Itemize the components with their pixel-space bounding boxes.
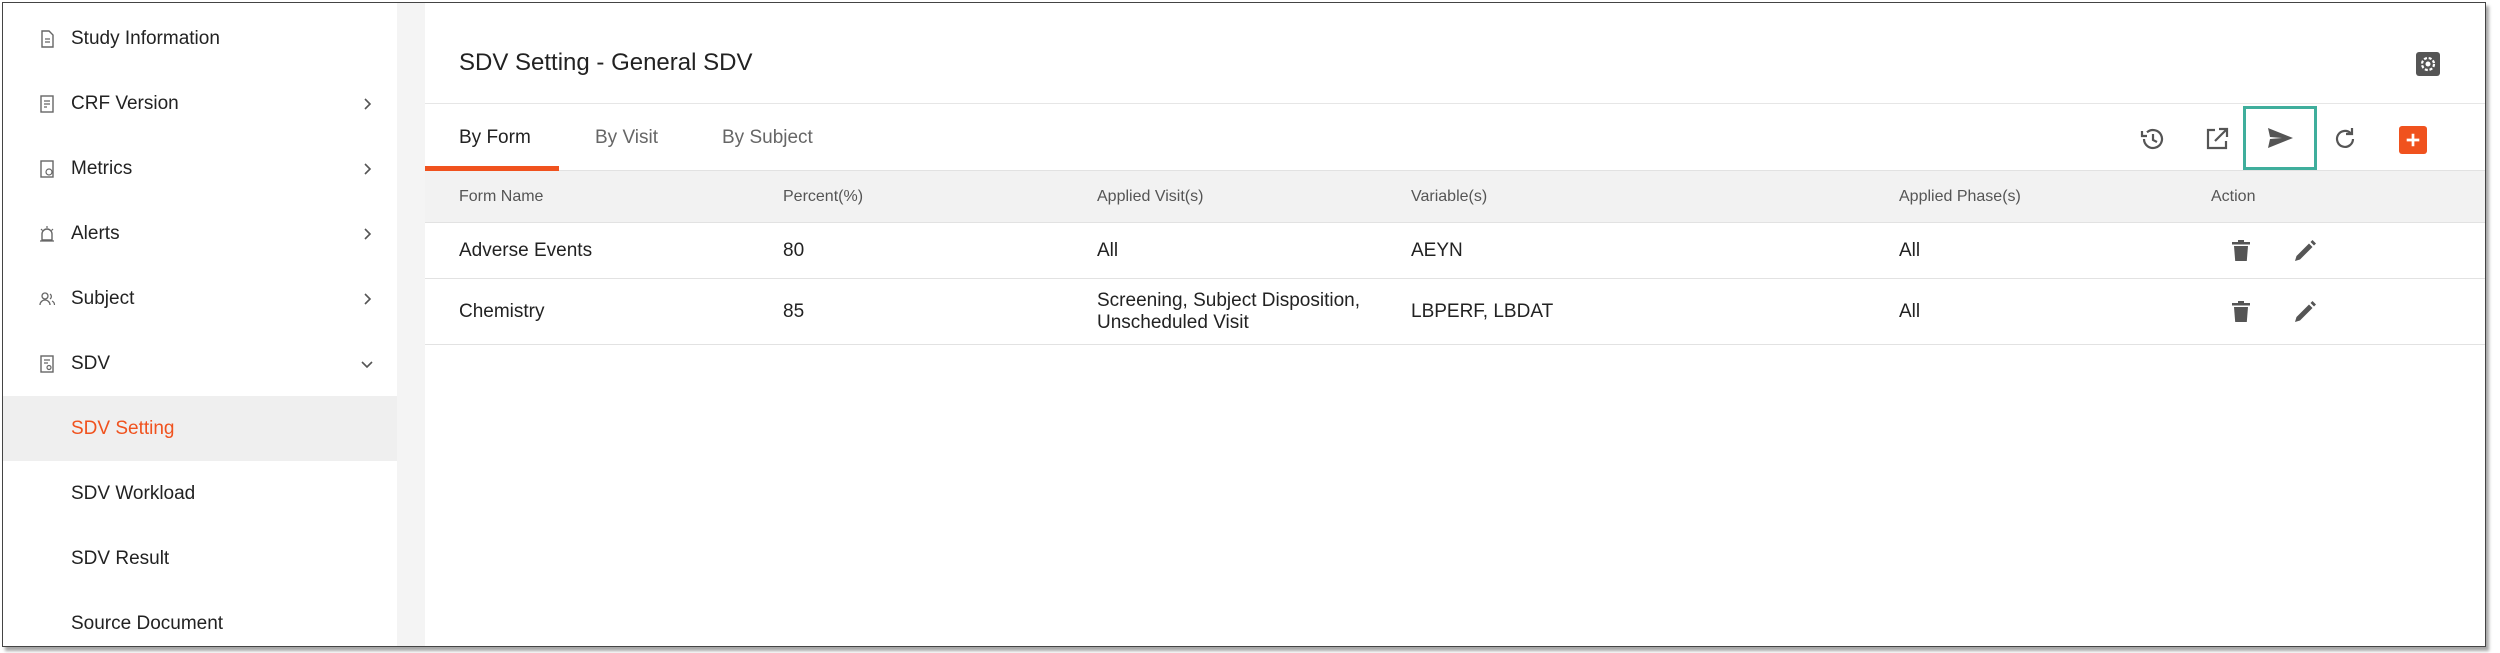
sidebar-item-subject[interactable]: Subject [3,266,397,331]
column-header-variables: Variable(s) [1411,188,1488,205]
pencil-icon [2295,240,2316,261]
sidebar-item-label: SDV Result [71,547,170,569]
tab-by-subject[interactable]: By Subject [722,104,813,172]
sidebar-divider [397,3,425,646]
history-button[interactable] [2133,119,2173,159]
cell-percent: 80 [783,239,805,261]
sidebar-item-sdv-workload[interactable]: SDV Workload [3,461,397,526]
chevron-right-icon [364,292,372,305]
sidebar-item-sdv-result[interactable]: SDV Result [3,526,397,591]
cell-applied-visits: All [1097,239,1119,261]
history-icon [2140,128,2164,150]
cell-form-name: Adverse Events [459,239,593,261]
sidebar-item-label: Subject [71,287,135,309]
sidebar: Study Information CRF Version Metrics Al… [3,3,397,646]
tab-bar: By Form By Visit By Subject [425,103,2485,172]
sidebar-item-label: Metrics [71,157,133,179]
sidebar-item-crf-version[interactable]: CRF Version [3,71,397,136]
cell-applied-phases: All [1899,239,1921,261]
people-icon [35,287,59,311]
send-icon [2268,128,2293,148]
cell-applied-visits: Screening, Subject Disposition, Unschedu… [1097,289,1360,333]
sidebar-item-sdv[interactable]: SDV [3,331,397,396]
cell-form-name: Chemistry [459,300,545,322]
delete-button[interactable] [2225,296,2257,328]
sidebar-item-label: Source Document [71,612,224,634]
alarm-icon [35,222,59,246]
sidebar-item-label: Alerts [71,222,120,244]
chevron-right-icon [364,162,372,175]
chevron-right-icon [364,97,372,110]
open-external-icon [2206,127,2229,150]
tab-by-form[interactable]: By Form [459,104,531,172]
column-header-applied-phases: Applied Phase(s) [1899,188,2021,205]
metrics-icon [35,157,59,181]
sidebar-item-study-information[interactable]: Study Information [3,6,397,71]
table-header: Form Name Percent(%) Applied Visit(s) Va… [425,171,2485,223]
cell-applied-phases: All [1899,300,1921,322]
refresh-button[interactable] [2325,119,2365,159]
sdv-icon [35,352,59,376]
sidebar-item-label: Study Information [71,27,220,49]
sidebar-item-label: SDV [71,352,111,374]
column-header-applied-visits: Applied Visit(s) [1097,188,1204,205]
cell-variables: LBPERF, LBDAT [1411,300,1554,322]
trash-icon [2232,240,2250,261]
table-row: Chemistry 85 Screening, Subject Disposit… [425,279,2485,345]
sidebar-item-label: SDV Workload [71,482,196,504]
chevron-down-icon [361,360,373,368]
add-button[interactable] [2399,126,2427,154]
sidebar-item-alerts[interactable]: Alerts [3,201,397,266]
tab-by-visit[interactable]: By Visit [595,104,658,172]
document-icon [35,27,59,51]
edit-button[interactable] [2289,296,2321,328]
delete-button[interactable] [2225,235,2257,267]
cell-variables: AEYN [1411,239,1463,261]
send-button[interactable] [2243,106,2317,170]
app-window: Study Information CRF Version Metrics Al… [2,2,2486,647]
cell-percent: 85 [783,300,805,322]
sidebar-item-metrics[interactable]: Metrics [3,136,397,201]
column-header-percent: Percent(%) [783,188,864,205]
sidebar-item-label: CRF Version [71,92,179,114]
refresh-icon [2335,128,2355,148]
chevron-right-icon [364,227,372,240]
pencil-icon [2295,301,2316,322]
gear-icon[interactable] [2415,51,2441,77]
main-panel: SDV Setting - General SDV By Form By Vis… [425,3,2485,646]
table-row: Adverse Events 80 All AEYN All [425,223,2485,279]
edit-button[interactable] [2289,235,2321,267]
sidebar-item-label: SDV Setting [71,417,175,439]
column-header-action: Action [2211,188,2256,205]
sidebar-item-sdv-setting[interactable]: SDV Setting [3,396,397,461]
trash-icon [2232,301,2250,322]
page-title: SDV Setting - General SDV [459,49,753,76]
column-header-form-name: Form Name [459,188,544,205]
add-icon [2406,133,2420,147]
open-external-button[interactable] [2197,119,2237,159]
form-icon [35,92,59,116]
sidebar-item-source-document[interactable]: Source Document [3,591,397,646]
